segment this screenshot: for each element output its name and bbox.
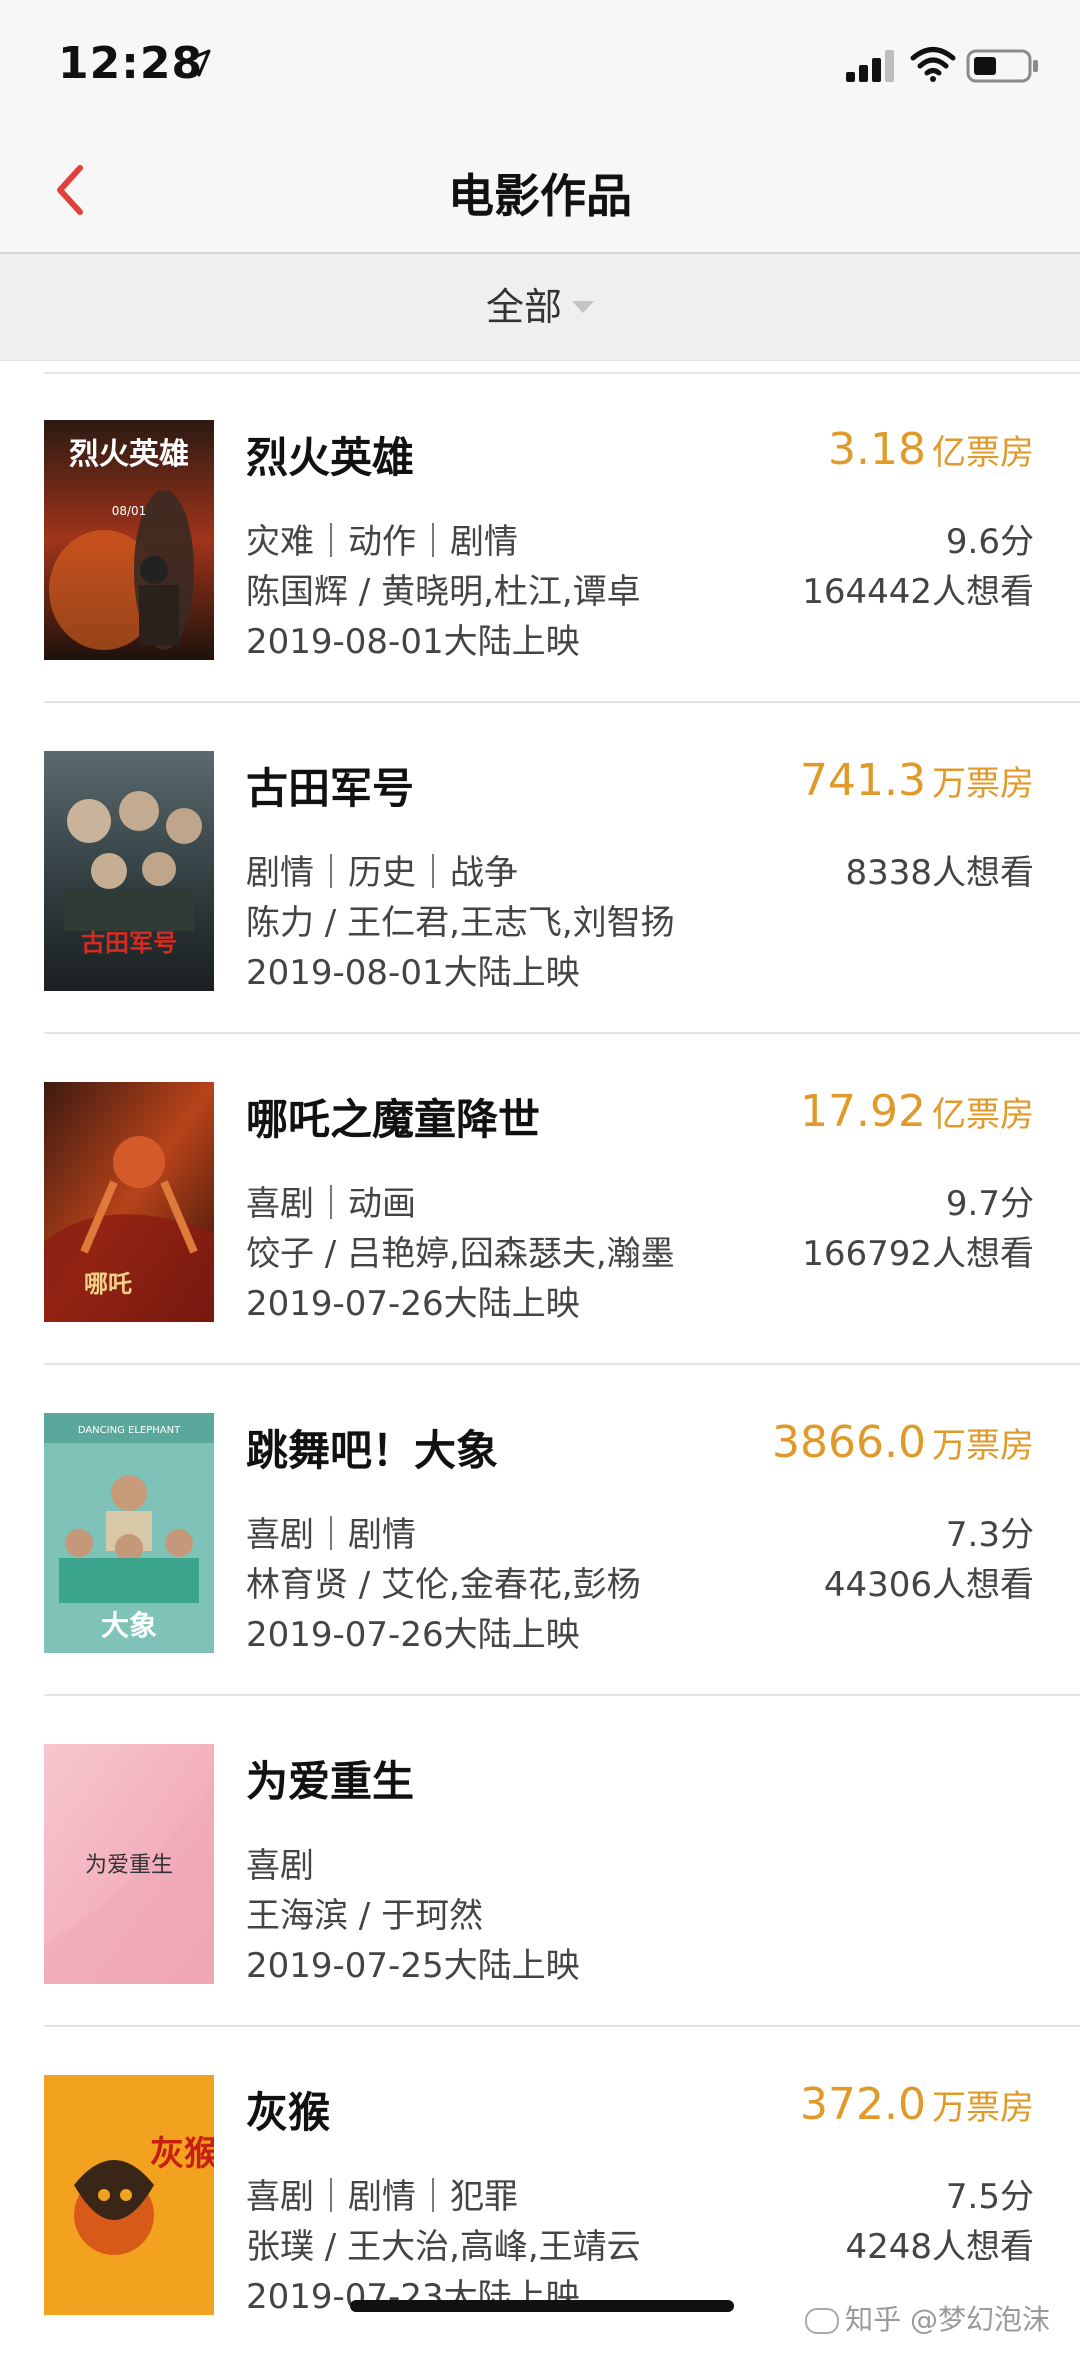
movie-genres: 喜剧｜剧情 bbox=[246, 1515, 416, 1555]
box-office: 372.0 万票房 bbox=[800, 2079, 1034, 2130]
want-to-see-count: 166792人想看 bbox=[802, 1234, 1034, 1274]
want-to-see-count: 44306人想看 bbox=[823, 1565, 1034, 1605]
watermark: 知乎 @梦幻泡沫 bbox=[805, 2298, 1050, 2338]
movie-genres: 剧情｜历史｜战争 bbox=[246, 853, 518, 893]
poster-title-text: 烈火英雄 bbox=[69, 437, 189, 472]
movie-genres: 喜剧｜动画 bbox=[246, 1184, 416, 1224]
movie-poster: 烈火英雄 08/01 bbox=[44, 420, 214, 660]
movie-title: 为爱重生 bbox=[246, 1757, 415, 1806]
watermark-text: 知乎 @梦幻泡沫 bbox=[845, 2303, 1050, 2336]
poster-title-text: 灰猴 bbox=[150, 2134, 214, 2174]
movie-title: 古田军号 bbox=[246, 764, 415, 813]
box-office-unit: 万票房 bbox=[932, 1426, 1034, 1466]
movie-row[interactable]: 为爱重生 为爱重生 喜剧 王海滨 / 于珂然 2019-07-25大陆上映 bbox=[0, 1696, 1080, 2027]
movie-poster: 哪吒 bbox=[44, 1082, 214, 1322]
movie-poster: 古田军号 bbox=[44, 751, 214, 991]
movie-title: 哪吒之魔童降世 bbox=[246, 1095, 541, 1144]
poster-title-text: 哪吒 bbox=[84, 1270, 132, 1298]
box-office-value: 3866.0 bbox=[772, 1417, 926, 1468]
poster-date-text: 08/01 bbox=[112, 504, 147, 518]
movie-release-date: 2019-07-26大陆上映 bbox=[246, 1284, 580, 1324]
box-office: 3866.0 万票房 bbox=[772, 1417, 1034, 1468]
movie-title: 烈火英雄 bbox=[246, 433, 415, 482]
movie-release-date: 2019-08-01大陆上映 bbox=[246, 622, 580, 662]
box-office: 17.92 亿票房 bbox=[800, 1086, 1034, 1137]
movie-poster: 灰猴 bbox=[44, 2075, 214, 2315]
box-office-unit: 亿票房 bbox=[932, 1095, 1034, 1135]
home-indicator[interactable] bbox=[350, 2300, 734, 2312]
movie-cast: 张璞 / 王大治,高峰,王靖云 bbox=[246, 2227, 641, 2267]
movie-genres: 灾难｜动作｜剧情 bbox=[246, 522, 518, 562]
movie-title: 灰猴 bbox=[246, 2088, 331, 2137]
movie-cast: 林育贤 / 艾伦,金春花,彭杨 bbox=[246, 1565, 641, 1605]
battery-icon bbox=[966, 49, 1038, 83]
box-office: 3.18 亿票房 bbox=[828, 424, 1034, 475]
box-office-value: 17.92 bbox=[800, 1086, 926, 1137]
poster-title-text: 大象 bbox=[101, 1609, 157, 1642]
movie-score: 9.7分 bbox=[945, 1184, 1034, 1224]
poster-title-text: 古田军号 bbox=[81, 929, 177, 957]
filter-bar: 全部 bbox=[0, 254, 1080, 361]
category-filter-dropdown[interactable]: 全部 bbox=[0, 276, 1080, 331]
box-office-unit: 万票房 bbox=[932, 764, 1034, 804]
box-office: 741.3 万票房 bbox=[800, 755, 1034, 806]
signal-icon bbox=[846, 50, 894, 82]
page-title: 电影作品 bbox=[448, 169, 632, 223]
location-arrow-icon bbox=[183, 49, 211, 77]
want-to-see-count: 8338人想看 bbox=[845, 853, 1034, 893]
status-bar: 12:28 bbox=[0, 0, 1080, 130]
movie-row[interactable]: 烈火英雄 08/01 烈火英雄 灾难｜动作｜剧情 陈国辉 / 黄晓明,杜江,谭卓… bbox=[0, 372, 1080, 703]
box-office-unit: 万票房 bbox=[932, 2088, 1034, 2128]
movie-row[interactable]: 古田军号 古田军号 剧情｜历史｜战争 陈力 / 王仁君,王志飞,刘智扬 2019… bbox=[0, 703, 1080, 1034]
want-to-see-count: 4248人想看 bbox=[845, 2227, 1034, 2267]
box-office-unit: 亿票房 bbox=[932, 433, 1034, 473]
movie-release-date: 2019-08-01大陆上映 bbox=[246, 953, 580, 993]
box-office-value: 3.18 bbox=[828, 424, 926, 475]
poster-title-text: 为爱重生 bbox=[85, 1853, 173, 1878]
movie-poster: DANCING ELEPHANT 大象 bbox=[44, 1413, 214, 1653]
wifi-icon bbox=[910, 47, 956, 82]
movie-release-date: 2019-07-26大陆上映 bbox=[246, 1615, 580, 1655]
movie-release-date: 2019-07-25大陆上映 bbox=[246, 1946, 580, 1986]
movie-row[interactable]: DANCING ELEPHANT 大象 跳舞吧！大象 喜剧｜剧情 林育贤 / 艾… bbox=[0, 1365, 1080, 1696]
want-to-see-count: 164442人想看 bbox=[802, 572, 1034, 612]
caret-down-icon bbox=[572, 300, 594, 313]
movie-cast: 王海滨 / 于珂然 bbox=[246, 1896, 484, 1936]
box-office-value: 372.0 bbox=[800, 2079, 926, 2130]
movie-title: 跳舞吧！大象 bbox=[246, 1426, 499, 1475]
movie-genres: 喜剧｜剧情｜犯罪 bbox=[246, 2177, 518, 2217]
movie-cast: 陈力 / 王仁君,王志飞,刘智扬 bbox=[246, 903, 675, 943]
movie-cast: 饺子 / 吕艳婷,囧森瑟夫,瀚墨 bbox=[246, 1234, 675, 1274]
filter-label: 全部 bbox=[485, 285, 562, 329]
nav-bar: 电影作品 bbox=[0, 130, 1080, 254]
movie-cast: 陈国辉 / 黄晓明,杜江,谭卓 bbox=[246, 572, 641, 612]
movie-genres: 喜剧 bbox=[246, 1846, 314, 1886]
box-office-value: 741.3 bbox=[800, 755, 926, 806]
movie-poster: 为爱重生 bbox=[44, 1744, 214, 1984]
movie-score: 9.6分 bbox=[945, 522, 1034, 562]
movie-score: 7.5分 bbox=[945, 2177, 1034, 2217]
movie-score: 7.3分 bbox=[945, 1515, 1034, 1555]
chat-bubble-icon bbox=[805, 2308, 840, 2334]
movie-row[interactable]: 哪吒 哪吒之魔童降世 喜剧｜动画 饺子 / 吕艳婷,囧森瑟夫,瀚墨 2019-0… bbox=[0, 1034, 1080, 1365]
poster-subtitle-text: DANCING ELEPHANT bbox=[78, 1425, 181, 1436]
